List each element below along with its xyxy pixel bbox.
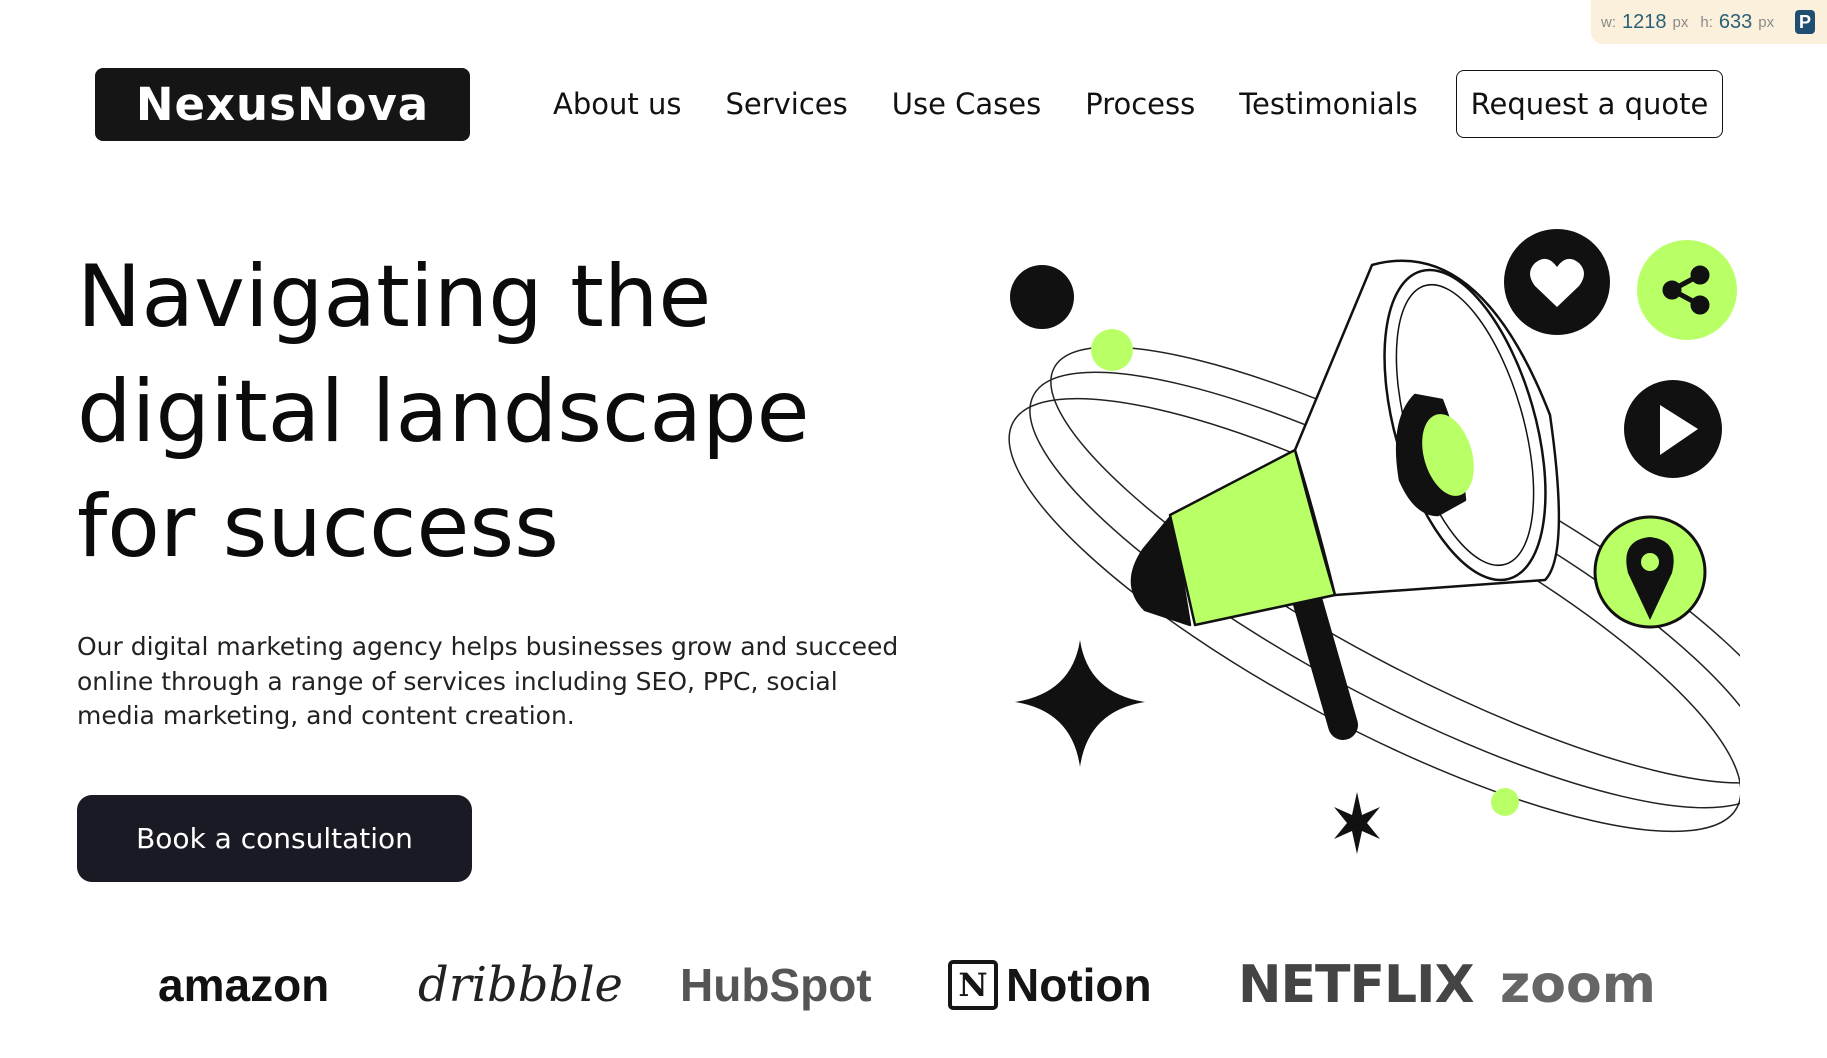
width-value: 1218 <box>1622 10 1667 33</box>
location-badge <box>1593 515 1707 629</box>
play-badge <box>1624 380 1722 478</box>
dimension-badge: w: 1218 px h: 633 px P <box>1591 0 1827 44</box>
width-label: w: <box>1601 13 1616 31</box>
zoom-logo: zoom <box>1500 950 1656 1020</box>
height-value: 633 <box>1718 10 1753 33</box>
request-quote-button[interactable]: Request a quote <box>1456 70 1723 138</box>
nav-testimonials[interactable]: Testimonials <box>1239 87 1418 121</box>
netflix-logo: NETFLIX <box>1238 950 1475 1020</box>
hubspot-logo: HubSpot <box>680 950 872 1020</box>
hero-description: Our digital marketing agency helps busin… <box>77 632 899 730</box>
amazon-wordmark: amazon <box>158 959 330 1011</box>
megaphone-illustration <box>1008 229 1740 854</box>
black-dot <box>1010 265 1074 329</box>
notion-mark-icon: N <box>948 960 998 1010</box>
hero-title: Navigating the digital landscape for suc… <box>77 247 810 577</box>
nav-process[interactable]: Process <box>1085 87 1195 121</box>
green-dot-small <box>1491 788 1519 816</box>
nav-services[interactable]: Services <box>725 87 847 121</box>
megaphone-icon <box>1130 259 1561 740</box>
site-logo[interactable]: NexusNova <box>95 68 470 141</box>
nav-use-cases[interactable]: Use Cases <box>892 87 1041 121</box>
book-consultation-button[interactable]: Book a consultation <box>77 795 472 882</box>
notion-logo: N Notion <box>948 950 1152 1020</box>
dribbble-wordmark: dribbble <box>418 957 623 1013</box>
notion-wordmark: Notion <box>1006 959 1152 1011</box>
main-nav: About us Services Use Cases Process Test… <box>553 84 1462 124</box>
netflix-wordmark: NETFLIX <box>1238 955 1475 1015</box>
dribbble-logo: dribbble <box>418 950 623 1020</box>
height-unit: px <box>1758 13 1775 31</box>
heart-badge <box>1504 229 1610 335</box>
zoom-wordmark: zoom <box>1500 955 1656 1015</box>
height-label: h: <box>1700 13 1713 31</box>
nav-about-us[interactable]: About us <box>553 87 681 121</box>
sparkle-icon <box>1015 640 1145 767</box>
green-dot <box>1091 329 1133 371</box>
width-unit: px <box>1672 13 1689 31</box>
share-badge <box>1637 240 1737 340</box>
sparkle-icon-small <box>1334 792 1380 854</box>
extension-icon[interactable]: P <box>1795 10 1815 34</box>
amazon-logo: amazon <box>158 950 329 1020</box>
hubspot-wordmark: HubSpot <box>680 959 872 1011</box>
